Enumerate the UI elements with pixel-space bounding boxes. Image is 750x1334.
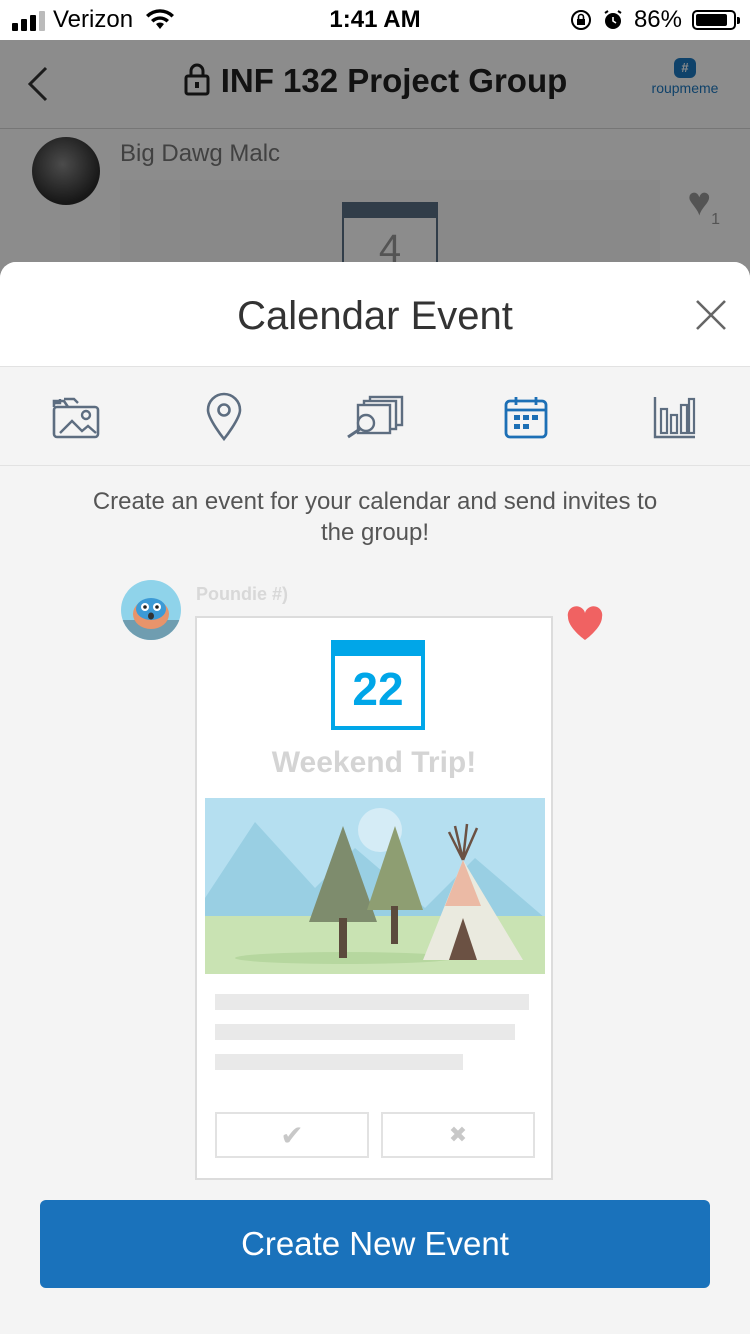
checkmark-icon: ✔: [280, 1119, 304, 1151]
decline-button[interactable]: ✖: [381, 1112, 535, 1158]
close-icon[interactable]: [694, 298, 728, 332]
location-pin-icon: [206, 392, 242, 442]
event-preview-card: 22 Weekend Trip! ✔ ✖: [195, 616, 553, 1180]
text-placeholder-line: [215, 994, 529, 1010]
poll-button[interactable]: [646, 391, 702, 443]
x-mark-icon: ✖: [448, 1122, 468, 1147]
poundie-avatar: [121, 580, 181, 640]
event-title: Weekend Trip!: [271, 746, 477, 779]
bar-chart-icon: [653, 397, 696, 439]
rotation-lock-icon: [570, 10, 591, 30]
battery-icon: [692, 10, 740, 30]
status-bar: Verizon 1:41 AM 86%: [0, 0, 750, 40]
calendar-event-button[interactable]: [498, 391, 554, 443]
battery-percent: 86%: [633, 6, 682, 33]
alarm-clock-icon: [604, 10, 622, 29]
location-button[interactable]: [196, 391, 252, 443]
search-gallery-button[interactable]: [344, 391, 406, 443]
image-icon: [52, 397, 100, 439]
text-placeholder-line: [215, 1054, 463, 1070]
attachment-toolbar: [0, 367, 750, 466]
heart-icon[interactable]: [566, 606, 604, 642]
dim-overlay[interactable]: [0, 40, 750, 300]
search-stack-icon: [347, 395, 404, 439]
create-new-event-button[interactable]: Create New Event: [40, 1200, 710, 1288]
camping-illustration: [205, 798, 545, 974]
preview-calendar-day: 22: [352, 663, 404, 715]
image-attach-button[interactable]: [48, 391, 104, 443]
event-prompt-text: Create an event for your calendar and se…: [92, 488, 658, 546]
sheet-header: Calendar Event: [0, 262, 750, 367]
preview-author: Poundie #): [196, 584, 289, 604]
poundie-mascot-icon: [121, 598, 181, 640]
calendar-icon: [504, 397, 548, 439]
sheet-title: Calendar Event: [237, 294, 513, 338]
calendar-event-sheet: Calendar Event Create an event for your …: [0, 262, 750, 1334]
accept-button[interactable]: ✔: [215, 1112, 369, 1158]
calendar-icon: 22: [331, 640, 425, 730]
text-placeholder-line: [215, 1024, 515, 1040]
